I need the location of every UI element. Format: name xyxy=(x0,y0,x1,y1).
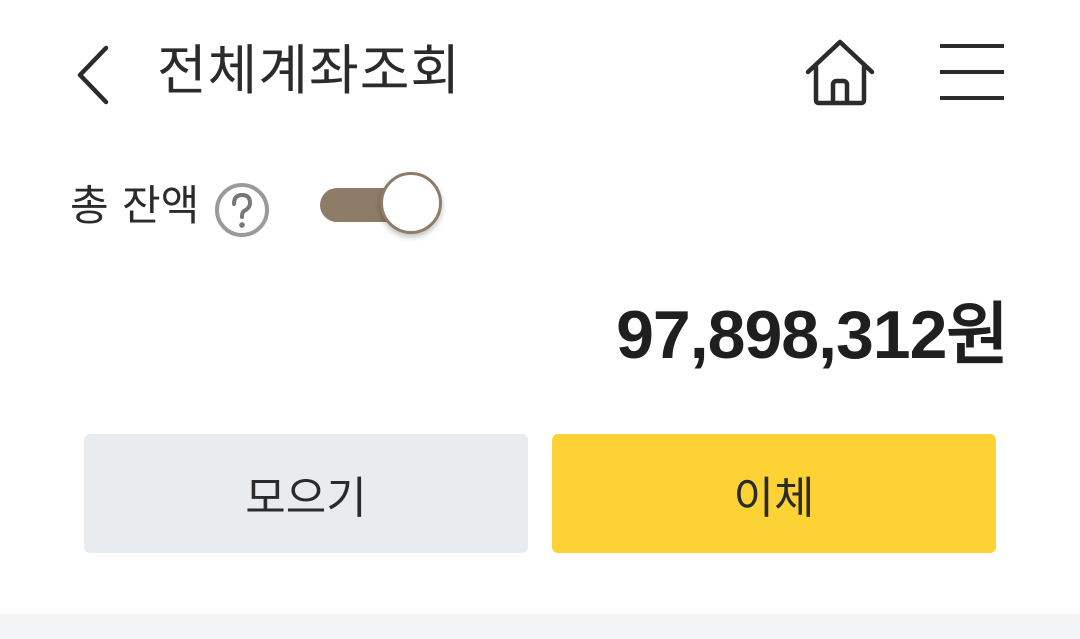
menu-button[interactable] xyxy=(936,40,1008,104)
app-header: 전체계좌조회 xyxy=(0,0,1080,140)
question-circle-icon xyxy=(215,183,269,237)
transfer-button[interactable]: 이체 xyxy=(552,434,996,553)
home-icon xyxy=(805,39,875,106)
page-title: 전체계좌조회 xyxy=(157,39,462,102)
collect-button-label: 모으기 xyxy=(245,472,367,524)
collect-button[interactable]: 모으기 xyxy=(84,434,528,553)
transfer-button-label: 이체 xyxy=(733,472,815,524)
hamburger-menu-icon xyxy=(940,44,1004,100)
balance-visibility-toggle[interactable] xyxy=(318,172,446,238)
total-balance-amount: 97,898,312원 xyxy=(616,297,1009,373)
total-balance-label: 총 잔액 xyxy=(70,181,200,230)
home-button[interactable] xyxy=(802,36,878,112)
chevron-left-icon xyxy=(77,45,109,105)
section-divider xyxy=(0,614,1080,639)
help-button[interactable] xyxy=(212,180,272,240)
toggle-knob xyxy=(380,172,442,234)
back-button[interactable] xyxy=(70,40,120,110)
balance-row: 총 잔액 xyxy=(0,160,1080,250)
